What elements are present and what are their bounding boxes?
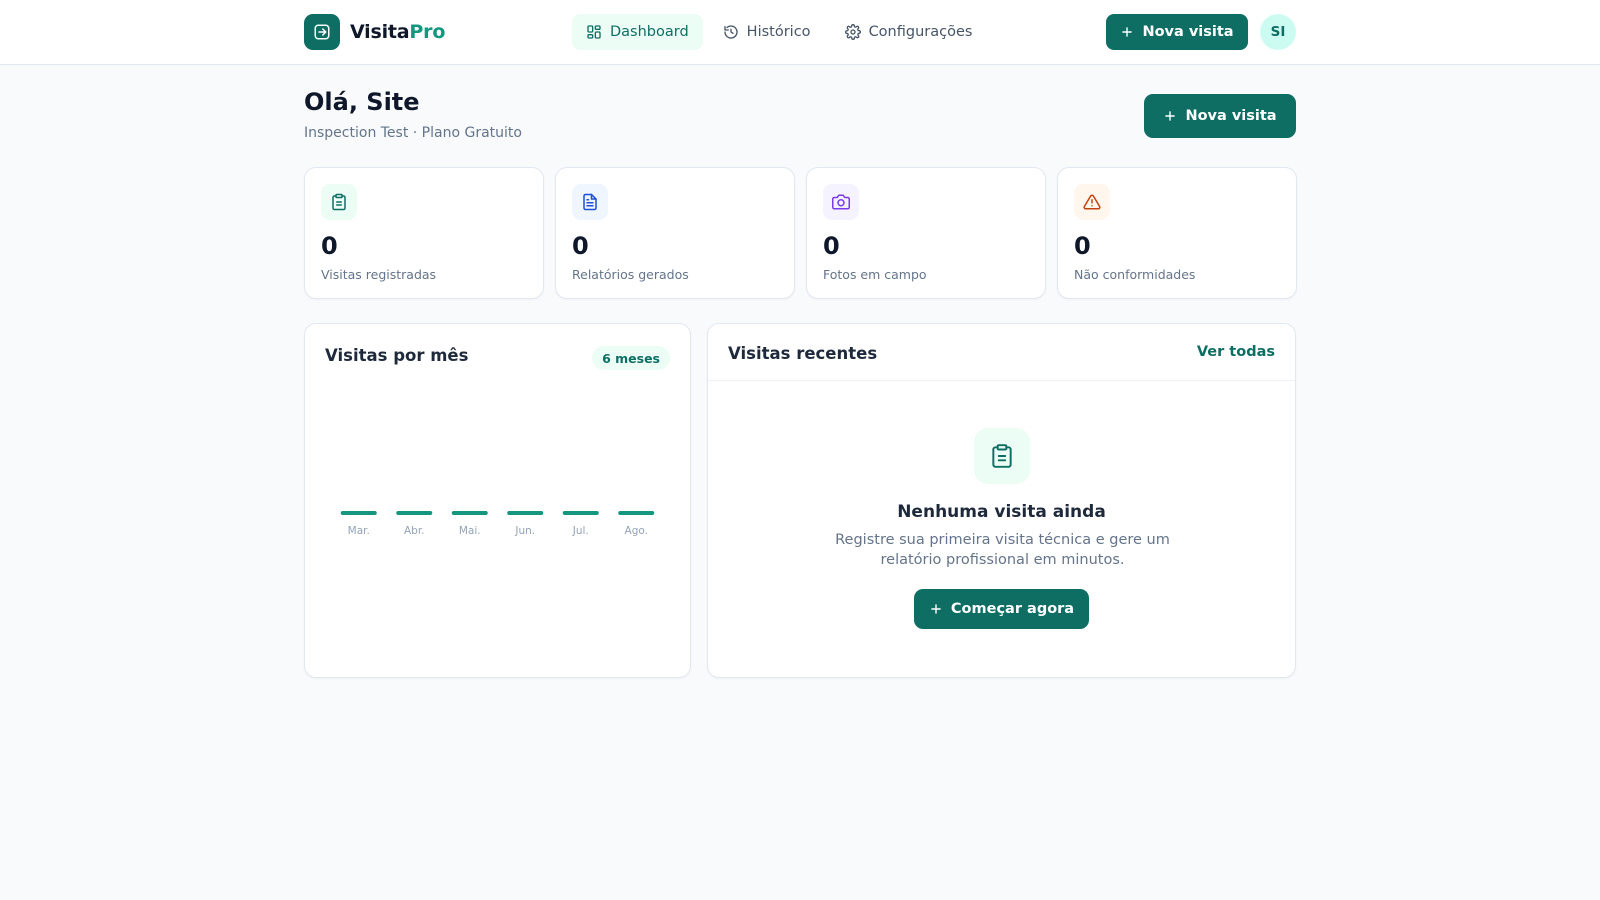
stat-label-nonconformities: Não conformidades xyxy=(1074,267,1196,282)
stat-value-nonconformities: 0 xyxy=(1074,232,1091,260)
top-bar: VisitaPro Dashboard Histórico Configuraç… xyxy=(0,0,1600,65)
stat-value-photos: 0 xyxy=(823,232,840,260)
nav-settings-label: Configurações xyxy=(868,24,973,40)
dashboard-icon xyxy=(587,25,601,39)
empty-state-title: Nenhuma visita ainda xyxy=(897,502,1106,522)
stat-icon-box-reports xyxy=(572,184,608,220)
page-subtitle: Inspection Test · Plano Gratuito xyxy=(304,125,522,141)
visits-chart-panel: Visitas por mês 6 meses Mar. Abr. Mai. Jun.… xyxy=(304,323,691,678)
clipboard-icon xyxy=(332,193,346,211)
nav-dashboard[interactable]: Dashboard xyxy=(572,14,703,50)
brand[interactable]: VisitaPro xyxy=(304,14,445,50)
chart-tick-label-2: Mai. xyxy=(459,525,481,537)
stat-card-visits: 0 Visitas registradas xyxy=(304,167,544,299)
brand-name: VisitaPro xyxy=(350,21,445,43)
plus-icon xyxy=(1122,27,1133,37)
stat-value-reports: 0 xyxy=(572,232,589,260)
document-icon xyxy=(583,193,597,211)
chart-bar-0[interactable] xyxy=(340,511,377,515)
header-new-visit-button[interactable]: Nova visita xyxy=(1106,14,1248,50)
chart-area: Mar. Abr. Mai. Jun. Jul. Ago. xyxy=(325,384,670,544)
nav-history[interactable]: Histórico xyxy=(709,14,825,50)
chart-tick-label-5: Ago. xyxy=(625,525,648,537)
empty-state-icon-box xyxy=(974,428,1030,484)
stat-label-photos: Fotos em campo xyxy=(823,267,927,282)
visits-bar-chart: Mar. Abr. Mai. Jun. Jul. Ago. xyxy=(340,511,655,537)
recent-visits-title: Visitas recentes xyxy=(728,344,878,363)
stat-label-visits: Visitas registradas xyxy=(321,267,437,282)
gear-icon xyxy=(844,24,861,40)
range-badge[interactable]: 6 meses xyxy=(592,346,670,370)
chart-bar-1[interactable] xyxy=(396,511,433,515)
chart-tick-label-4: Jul. xyxy=(572,525,589,537)
nav-history-label: Histórico xyxy=(746,24,811,40)
start-now-button[interactable]: Começar agora xyxy=(914,589,1089,629)
brand-name-main: Visita xyxy=(350,21,410,43)
chart-tick-label-1: Abr. xyxy=(404,525,425,537)
user-avatar[interactable]: SI xyxy=(1260,14,1296,50)
main-nav: Dashboard Histórico Configurações xyxy=(572,14,986,50)
view-all-link[interactable]: Ver todas xyxy=(1197,344,1275,360)
chart-bar-5[interactable] xyxy=(618,511,655,515)
recent-visits-header: Visitas recentes Ver todas xyxy=(708,324,1295,381)
page-title: Olá, Site xyxy=(304,88,420,116)
plus-icon xyxy=(1165,111,1176,121)
header-new-visit-label: Nova visita xyxy=(1142,24,1234,40)
stat-icon-box-visits xyxy=(321,184,357,220)
nav-settings[interactable]: Configurações xyxy=(831,14,987,50)
camera-icon xyxy=(832,194,850,210)
stat-value-visits: 0 xyxy=(321,232,338,260)
plus-icon xyxy=(931,604,941,614)
nav-dashboard-label: Dashboard xyxy=(610,24,689,40)
new-visit-button[interactable]: Nova visita xyxy=(1144,94,1296,138)
brand-logo-icon xyxy=(304,14,340,50)
chart-tick-label-3: Jun. xyxy=(514,525,535,537)
history-icon xyxy=(724,25,738,39)
empty-state-description: Registre sua primeira visita técnica e g… xyxy=(835,532,1170,568)
brand-name-accent: Pro xyxy=(409,21,446,43)
clipboard-icon xyxy=(992,444,1012,468)
start-now-label: Começar agora xyxy=(950,601,1075,617)
stat-card-reports: 0 Relatórios gerados xyxy=(555,167,795,299)
stat-icon-box-nonconformities xyxy=(1074,184,1110,220)
chart-bar-4[interactable] xyxy=(562,511,599,515)
stat-card-nonconformities: 0 Não conformidades xyxy=(1057,167,1297,299)
chart-bar-3[interactable] xyxy=(507,511,544,515)
chart-title: Visitas por mês xyxy=(325,346,469,365)
warning-icon xyxy=(1083,194,1101,210)
chart-tick-label-0: Mar. xyxy=(348,525,370,537)
chart-bar-2[interactable] xyxy=(451,511,488,515)
stat-card-photos: 0 Fotos em campo xyxy=(806,167,1046,299)
new-visit-label: Nova visita xyxy=(1185,108,1277,124)
recent-visits-panel: Visitas recentes Ver todas Nenhuma visit… xyxy=(707,323,1296,678)
stat-label-reports: Relatórios gerados xyxy=(572,267,689,282)
stat-icon-box-photos xyxy=(823,184,859,220)
